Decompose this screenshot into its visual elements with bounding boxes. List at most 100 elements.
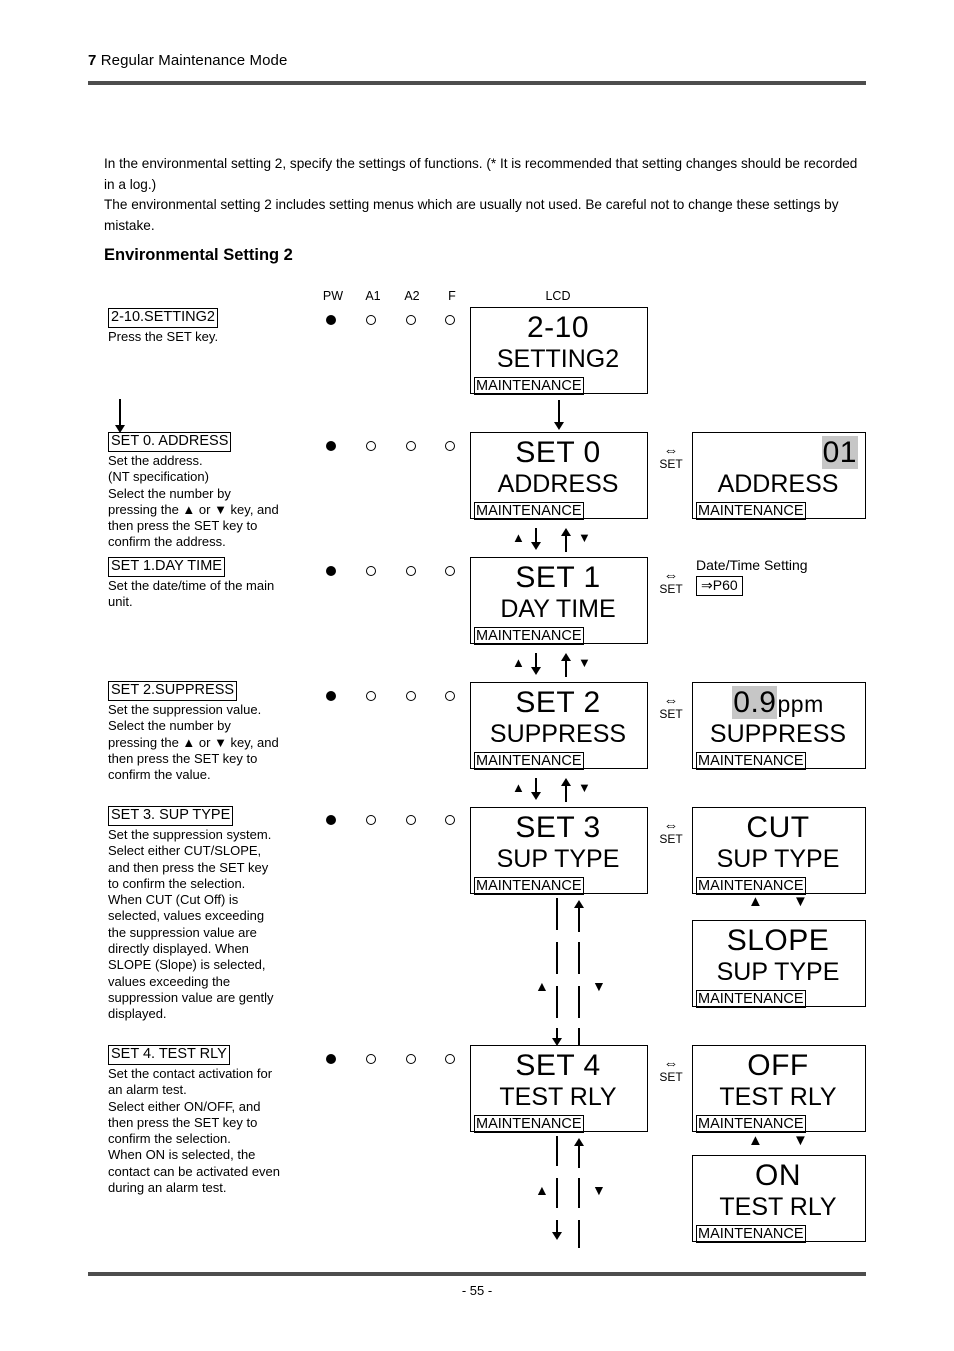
transition-set1-set2: ▲ ▼ (508, 653, 618, 679)
column-label-a2: A2 (404, 289, 420, 303)
address-value: 01 (821, 436, 858, 469)
page-number: - 55 - (461, 1283, 493, 1298)
selector-cut-slope: ▲ ▼ (748, 894, 828, 913)
desc-body-set0: Set the address. (NT specification) Sele… (108, 453, 279, 550)
down-arrow-segment (556, 1178, 558, 1208)
chapter-title: Regular Maintenance Mode (100, 52, 288, 69)
suppress-unit: ppm (777, 691, 824, 717)
lcd-set3-value-slope: SLOPE SUP TYPE MAINTENANCE (692, 920, 866, 1008)
set-key-label: SET (659, 832, 683, 846)
desc-body-set2: Set the suppression value. Select the nu… (108, 702, 279, 783)
led-row-setting2 (322, 315, 462, 327)
lcd-line1: OFF (747, 1049, 809, 1082)
led-a2 (406, 315, 416, 325)
lcd-status: MAINTENANCE (696, 752, 806, 770)
up-arrow-head (561, 653, 571, 661)
lcd-set2: SET 2 SUPPRESS MAINTENANCE (470, 682, 648, 770)
intro-paragraph: In the environmental setting 2, specify … (104, 156, 858, 233)
lcd-line2: SETTING2 (496, 345, 620, 373)
lcd-status: MAINTENANCE (696, 1115, 806, 1133)
led-row-set3 (322, 815, 462, 827)
column-label-pw: PW (322, 289, 344, 303)
down-arrow-head (552, 1232, 562, 1240)
led-row-set0 (322, 441, 462, 453)
lcd-set0: SET 0 ADDRESS MAINTENANCE (470, 432, 648, 520)
lcd-line2: SUPPRESS (709, 720, 847, 748)
lcd-setting2: 2-10 SETTING2 MAINTENANCE (470, 307, 648, 395)
chapter-number: 7 (88, 52, 97, 69)
led-row-set2 (322, 691, 462, 703)
set-key-label: SET (659, 1070, 683, 1084)
lcd-status: MAINTENANCE (696, 1225, 806, 1243)
reference-page-link[interactable]: ⇒P60 (696, 576, 743, 596)
document-page: 7 Regular Maintenance Mode In the enviro… (0, 0, 954, 1351)
footer-rule (88, 1272, 866, 1276)
lcd-line1: SET 4 (515, 1049, 601, 1082)
lcd-set4: SET 4 TEST RLY MAINTENANCE (470, 1045, 648, 1133)
down-arrow-segment (556, 898, 558, 930)
exchange-icon: ⇔ (663, 1055, 679, 1072)
exchange-icon: ⇔ (663, 442, 679, 459)
lcd-line1: SET 2 (515, 686, 601, 719)
lcd-status: MAINTENANCE (474, 377, 584, 395)
lcd-status: MAINTENANCE (696, 502, 806, 520)
led-pw (326, 815, 336, 825)
transition-set4-next: ▲ ▼ (508, 1136, 618, 1256)
transition-set0-set1: ▲ ▼ (508, 528, 618, 554)
lcd-status: MAINTENANCE (474, 752, 584, 770)
flow-arrow-lcd-head (554, 422, 564, 430)
reference-date-time: Date/Time Setting ⇒P60 (696, 556, 808, 596)
led-a1 (366, 315, 376, 325)
led-a2 (406, 441, 416, 451)
down-triangle-icon: ▼ (592, 978, 606, 994)
up-arrow-head (561, 778, 571, 786)
lcd-set1: SET 1 DAY TIME MAINTENANCE (470, 557, 648, 645)
lcd-line1: SET 1 (515, 561, 601, 594)
led-f (445, 1054, 455, 1064)
desc-setting2: 2-10.SETTING2 Press the SET key. (108, 308, 358, 345)
led-a1 (366, 566, 376, 576)
exchange-icon: ⇔ (663, 692, 679, 709)
led-pw (326, 691, 336, 701)
set-key-marker-set1: ⇔ SET (654, 568, 688, 596)
lcd-set4-value-on: ON TEST RLY MAINTENANCE (692, 1155, 866, 1243)
lcd-line2: ADDRESS (717, 470, 839, 498)
set-key-label: SET (659, 457, 683, 471)
led-row-set1 (322, 566, 462, 578)
desc-title-setting2: 2-10.SETTING2 (108, 308, 218, 328)
led-row-set4 (322, 1054, 462, 1066)
desc-body-set1: Set the date/time of the main unit. (108, 578, 275, 610)
lcd-set4-value-off: OFF TEST RLY MAINTENANCE (692, 1045, 866, 1133)
led-a2 (406, 691, 416, 701)
lcd-line1: SET 0 (515, 436, 601, 469)
desc-title-set2: SET 2.SUPPRESS (108, 681, 238, 701)
desc-body-setting2: Press the SET key. (108, 329, 219, 344)
lcd-status: MAINTENANCE (474, 877, 584, 895)
set-key-label: SET (659, 582, 683, 596)
led-a1 (366, 441, 376, 451)
lcd-status: MAINTENANCE (474, 502, 584, 520)
down-triangle-icon: ▼ (793, 1132, 808, 1149)
header-rule (88, 81, 866, 85)
section-title: Environmental Setting 2 (104, 246, 293, 264)
suppress-value: 0.9 (732, 686, 778, 719)
lcd-line2: TEST RLY (499, 1083, 617, 1111)
lcd-status: MAINTENANCE (474, 627, 584, 645)
up-triangle-icon: ▲ (535, 1182, 549, 1198)
up-arrow-head (561, 528, 571, 536)
reference-caption: Date/Time Setting (696, 557, 808, 573)
led-a2 (406, 566, 416, 576)
up-arrow-shaft (578, 1144, 580, 1168)
desc-body-set4: Set the contact activation for an alarm … (108, 1066, 281, 1196)
page-header: 7 Regular Maintenance Mode (88, 52, 866, 69)
transition-set3-set4: ▲ ▼ (508, 898, 618, 1048)
up-arrow-shaft (578, 906, 580, 932)
lcd-line2: ADDRESS (497, 470, 619, 498)
down-arrow-segment (556, 986, 558, 1018)
desc-title-set3: SET 3. SUP TYPE (108, 806, 234, 826)
up-arrow-head (574, 900, 584, 908)
desc-title-set1: SET 1.DAY TIME (108, 557, 225, 577)
led-a2 (406, 1054, 416, 1064)
set-key-marker-set4: ⇔ SET (654, 1056, 688, 1084)
lcd-line2: SUP TYPE (716, 845, 840, 873)
